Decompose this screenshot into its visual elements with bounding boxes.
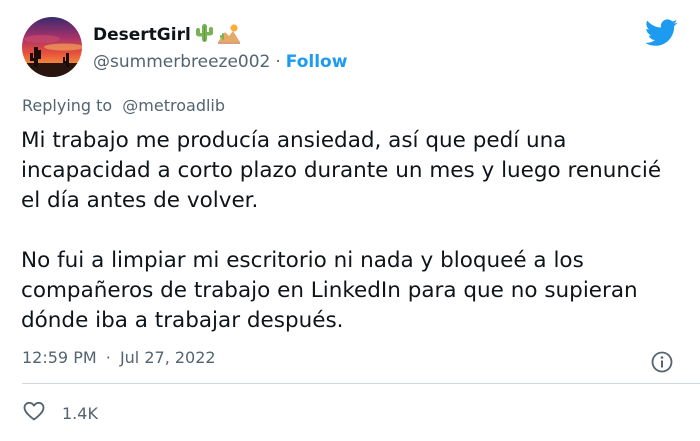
timestamp-date[interactable]: Jul 27, 2022 xyxy=(120,348,216,367)
cactus-emoji-icon xyxy=(193,22,215,48)
info-icon[interactable] xyxy=(650,350,674,374)
avatar[interactable] xyxy=(22,17,82,77)
tweet-paragraph-1: Mi trabajo me producía ansiedad, así que… xyxy=(21,128,662,213)
twitter-bird-icon[interactable] xyxy=(645,19,678,47)
author-name-row[interactable]: DesertGirl xyxy=(93,22,241,48)
tweet-body: Mi trabajo me producía ansiedad, así que… xyxy=(21,126,681,336)
replying-to-prefix: Replying to xyxy=(22,96,113,115)
timestamp-time[interactable]: 12:59 PM xyxy=(22,348,97,367)
separator-dot: · xyxy=(275,52,281,72)
timestamp[interactable]: 12:59 PM · Jul 27, 2022 xyxy=(22,348,216,367)
like-button[interactable]: 1.4K xyxy=(22,398,98,428)
desert-emoji-icon xyxy=(217,22,241,48)
tweet-card: DesertGirl @summerbreeze002 · Follow Rep… xyxy=(0,0,700,441)
divider xyxy=(22,383,700,384)
like-count: 1.4K xyxy=(62,403,98,423)
author-handle-row: @summerbreeze002 · Follow xyxy=(93,50,347,74)
timestamp-separator: · xyxy=(105,348,111,367)
heart-icon[interactable] xyxy=(22,399,46,427)
tweet-paragraph-2: No fui a limpiar mi escritorio ni nada y… xyxy=(21,248,638,333)
replying-to: Replying to @metroadlib xyxy=(22,96,225,115)
follow-button[interactable]: Follow xyxy=(286,52,348,72)
author-handle[interactable]: @summerbreeze002 xyxy=(93,52,270,72)
replying-to-mention[interactable]: @metroadlib xyxy=(122,96,225,115)
author-display-name[interactable]: DesertGirl xyxy=(93,25,191,45)
